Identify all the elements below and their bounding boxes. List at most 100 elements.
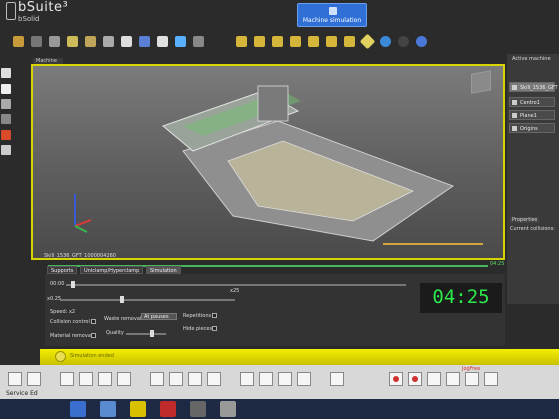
- status-info-icon: [55, 351, 66, 362]
- elapsed-time-display: 04:25: [420, 283, 502, 313]
- stop-icon[interactable]: [1, 114, 11, 124]
- app-title: bSuite³: [18, 0, 69, 15]
- tool-button-11[interactable]: [240, 372, 254, 386]
- tool-button-3[interactable]: [60, 372, 74, 386]
- open-icon[interactable]: [13, 36, 24, 47]
- explorer-icon[interactable]: [100, 401, 116, 417]
- status-bar: [40, 349, 559, 365]
- tab-simulation[interactable]: Simulation: [146, 266, 181, 274]
- edit-icon[interactable]: [67, 36, 78, 47]
- folder-icon[interactable]: [85, 36, 96, 47]
- time-start: 00:00: [50, 281, 65, 287]
- app-window: bSuite³ bSolid Machine simulation Machin…: [0, 0, 559, 419]
- time-slider[interactable]: [66, 284, 406, 286]
- machine-icon: [329, 7, 337, 15]
- pause-icon[interactable]: [1, 99, 11, 109]
- machine-tree-item[interactable]: Skill_1536_GFT: [509, 82, 558, 92]
- tool-button-1[interactable]: [8, 372, 22, 386]
- speed-min: x0.25: [47, 296, 62, 302]
- tool-button-4[interactable]: [79, 372, 93, 386]
- pan-hand-icon[interactable]: [157, 36, 168, 47]
- service-label: Service Ed: [6, 390, 38, 397]
- material-removal-label: Material removal: [50, 333, 93, 339]
- quality-slider-thumb[interactable]: [150, 330, 154, 337]
- speed-label: Speed: x2: [50, 309, 76, 315]
- material-removal-checkbox[interactable]: [91, 333, 96, 338]
- time-slider-thumb[interactable]: [71, 281, 75, 288]
- machine-tree-item[interactable]: Plane1: [509, 110, 555, 120]
- repetitions-label: Repetitions: [183, 313, 212, 319]
- bsuite-logo-icon: [6, 2, 16, 20]
- view-iso-icon[interactable]: [344, 36, 355, 47]
- tool-button-7[interactable]: [150, 372, 164, 386]
- tab-uniclamp[interactable]: Uniclamp/Hyperclamp: [80, 266, 144, 274]
- quality-slider[interactable]: [126, 333, 166, 335]
- app-taskbar-icon[interactable]: [160, 401, 176, 417]
- tool-button-16[interactable]: [427, 372, 441, 386]
- properties-tab[interactable]: Properties: [510, 217, 540, 223]
- tool-button-15[interactable]: [330, 372, 344, 386]
- repetitions-checkbox[interactable]: [212, 313, 217, 318]
- tool-button-2[interactable]: [27, 372, 41, 386]
- move-icon[interactable]: [121, 36, 132, 47]
- speed-max: x25: [230, 288, 240, 294]
- machine-simulation-button[interactable]: Machine simulation: [297, 3, 367, 27]
- hide-pieces-checkbox[interactable]: [212, 326, 217, 331]
- machine-3d-viewport[interactable]: [31, 64, 505, 260]
- view-top-icon[interactable]: [236, 36, 247, 47]
- collision-control-checkbox[interactable]: [91, 319, 96, 324]
- tool-button-14[interactable]: [297, 372, 311, 386]
- view-left-icon[interactable]: [272, 36, 283, 47]
- timeline-end-time: 04:25: [490, 261, 505, 267]
- view-front-icon[interactable]: [254, 36, 265, 47]
- render-icon[interactable]: [380, 36, 391, 47]
- waste-removal-label: Waste removal: [104, 316, 142, 322]
- export-icon[interactable]: [103, 36, 114, 47]
- tool-button-17[interactable]: [446, 372, 460, 386]
- print-icon[interactable]: [49, 36, 60, 47]
- play-icon[interactable]: [1, 84, 11, 94]
- record-icon[interactable]: [1, 130, 11, 140]
- jog-button-1[interactable]: [465, 372, 479, 386]
- machine-label: Skill_1536_GFT_1000004260: [44, 253, 116, 259]
- start-button-icon[interactable]: [70, 401, 86, 417]
- stop-tool-icon[interactable]: [389, 372, 403, 386]
- active-machine-title: Active machine: [512, 56, 551, 62]
- tool-button-12[interactable]: [259, 372, 273, 386]
- status-text: Simulation ended: [70, 353, 114, 359]
- bsuite-taskbar-icon[interactable]: [130, 401, 146, 417]
- zoom-icon[interactable]: [175, 36, 186, 47]
- view-cube-icon[interactable]: [471, 70, 491, 94]
- machine-tree-item[interactable]: Origins: [509, 123, 555, 133]
- save-icon[interactable]: [31, 36, 42, 47]
- view-bottom-icon[interactable]: [326, 36, 337, 47]
- machine-simulation-label: Machine simulation: [302, 17, 362, 24]
- doc-taskbar-icon[interactable]: [220, 401, 236, 417]
- printer-taskbar-icon[interactable]: [190, 401, 206, 417]
- waste-removal-select[interactable]: At pauses: [141, 313, 177, 320]
- speed-slider-thumb[interactable]: [120, 296, 124, 303]
- step-icon[interactable]: [1, 145, 11, 155]
- app-subtitle: bSolid: [18, 15, 40, 23]
- view-right-icon[interactable]: [290, 36, 301, 47]
- zoom-window-icon[interactable]: [193, 36, 204, 47]
- tool-button-5[interactable]: [98, 372, 112, 386]
- machine-model: [74, 85, 483, 245]
- shade-icon[interactable]: [359, 33, 376, 50]
- x-axis-icon: [74, 219, 92, 227]
- select-arrow-icon[interactable]: [1, 68, 11, 78]
- jog-button-2[interactable]: [484, 372, 498, 386]
- tool-button-10[interactable]: [207, 372, 221, 386]
- tool-button-6[interactable]: [117, 372, 131, 386]
- reset-tool-icon[interactable]: [408, 372, 422, 386]
- rotate-icon[interactable]: [139, 36, 150, 47]
- help-icon[interactable]: [416, 36, 427, 47]
- tool-button-9[interactable]: [188, 372, 202, 386]
- machine-tree-item[interactable]: Centro1: [509, 97, 555, 107]
- globe-icon[interactable]: [398, 36, 409, 47]
- view-back-icon[interactable]: [308, 36, 319, 47]
- tab-supports[interactable]: Supports: [47, 266, 78, 274]
- tool-button-13[interactable]: [278, 372, 292, 386]
- tool-button-8[interactable]: [169, 372, 183, 386]
- speed-slider[interactable]: [60, 299, 235, 301]
